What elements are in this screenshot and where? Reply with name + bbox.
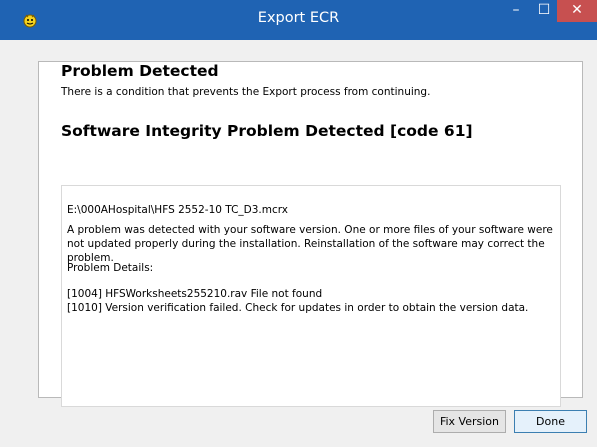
detail-line: [1004] HFSWorksheets255210.rav File not … — [67, 288, 323, 300]
title-bar[interactable]: Export ECR – ☐ ✕ — [0, 0, 597, 40]
problem-title: Software Integrity Problem Detected [cod… — [61, 122, 473, 140]
minimize-button[interactable]: – — [503, 0, 529, 22]
close-button[interactable]: ✕ — [557, 0, 597, 22]
header-subtitle: There is a condition that prevents the E… — [61, 86, 431, 98]
fix-version-button[interactable]: Fix Version — [433, 410, 506, 433]
problem-details-box: E:\000AHospital\HFS 2552-10 TC_D3.mcrx A… — [61, 185, 561, 407]
done-button[interactable]: Done — [514, 410, 587, 433]
problem-details-label: Problem Details: — [67, 262, 154, 274]
file-path: E:\000AHospital\HFS 2552-10 TC_D3.mcrx — [67, 204, 289, 216]
header-title: Problem Detected — [61, 62, 219, 80]
detail-line: [1010] Version verification failed. Chec… — [67, 302, 529, 314]
export-ecr-window: Export ECR – ☐ ✕ Problem Detected There … — [0, 0, 597, 447]
maximize-button[interactable]: ☐ — [531, 0, 557, 22]
content-panel: Problem Detected There is a condition th… — [38, 61, 583, 407]
dialog-body: Problem Detected There is a condition th… — [0, 40, 597, 447]
problem-description: A problem was detected with your softwar… — [67, 224, 553, 264]
